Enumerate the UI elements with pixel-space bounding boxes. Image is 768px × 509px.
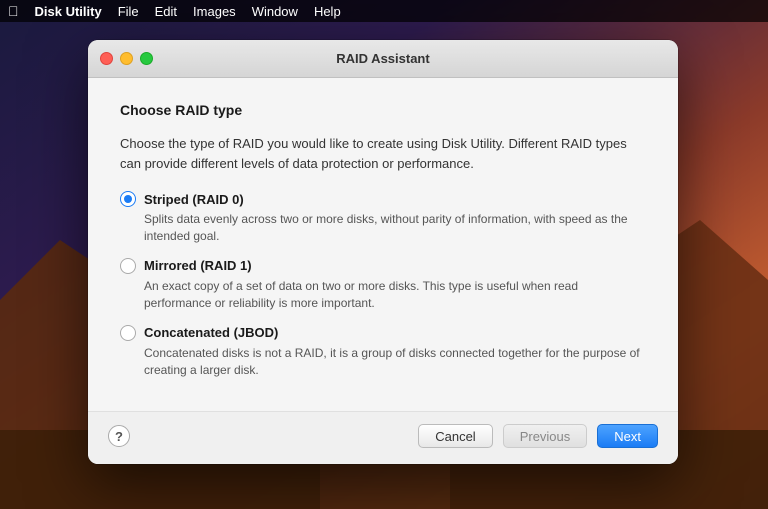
raid-assistant-dialog: RAID Assistant Choose RAID type Choose t… [88,40,678,464]
option-striped[interactable]: Striped (RAID 0) Splits data evenly acro… [120,191,646,246]
option-concatenated-desc: Concatenated disks is not a RAID, it is … [120,345,646,380]
option-concatenated[interactable]: Concatenated (JBOD) Concatenated disks i… [120,325,646,380]
radio-dot-striped [124,195,132,203]
menu-window[interactable]: Window [252,4,298,19]
option-mirrored[interactable]: Mirrored (RAID 1) An exact copy of a set… [120,258,646,313]
option-concatenated-title: Concatenated (JBOD) [144,325,278,340]
section-title: Choose RAID type [120,102,646,118]
dialog-bottom-bar: ? Cancel Previous Next [88,411,678,464]
minimize-button[interactable] [120,52,133,65]
next-button[interactable]: Next [597,424,658,448]
maximize-button[interactable] [140,52,153,65]
traffic-lights [100,52,153,65]
menu-edit[interactable]: Edit [155,4,177,19]
menu-help[interactable]: Help [314,4,341,19]
menu-bar:  Disk Utility File Edit Images Window H… [0,0,768,22]
option-striped-desc: Splits data evenly across two or more di… [120,211,646,246]
help-button[interactable]: ? [108,425,130,447]
dialog-content: Choose RAID type Choose the type of RAID… [88,78,678,411]
radio-striped[interactable] [120,191,136,207]
radio-mirrored[interactable] [120,258,136,274]
close-button[interactable] [100,52,113,65]
option-mirrored-title: Mirrored (RAID 1) [144,258,252,273]
option-striped-title: Striped (RAID 0) [144,192,244,207]
option-mirrored-desc: An exact copy of a set of data on two or… [120,278,646,313]
cancel-button[interactable]: Cancel [418,424,492,448]
dialog-title: RAID Assistant [336,51,429,66]
description-text: Choose the type of RAID you would like t… [120,134,646,173]
app-name[interactable]: Disk Utility [35,4,102,19]
menu-file[interactable]: File [118,4,139,19]
title-bar: RAID Assistant [88,40,678,78]
radio-concatenated[interactable] [120,325,136,341]
apple-menu[interactable]:  [8,3,19,19]
previous-button[interactable]: Previous [503,424,588,448]
bottom-buttons: Cancel Previous Next [418,424,658,448]
menu-images[interactable]: Images [193,4,236,19]
